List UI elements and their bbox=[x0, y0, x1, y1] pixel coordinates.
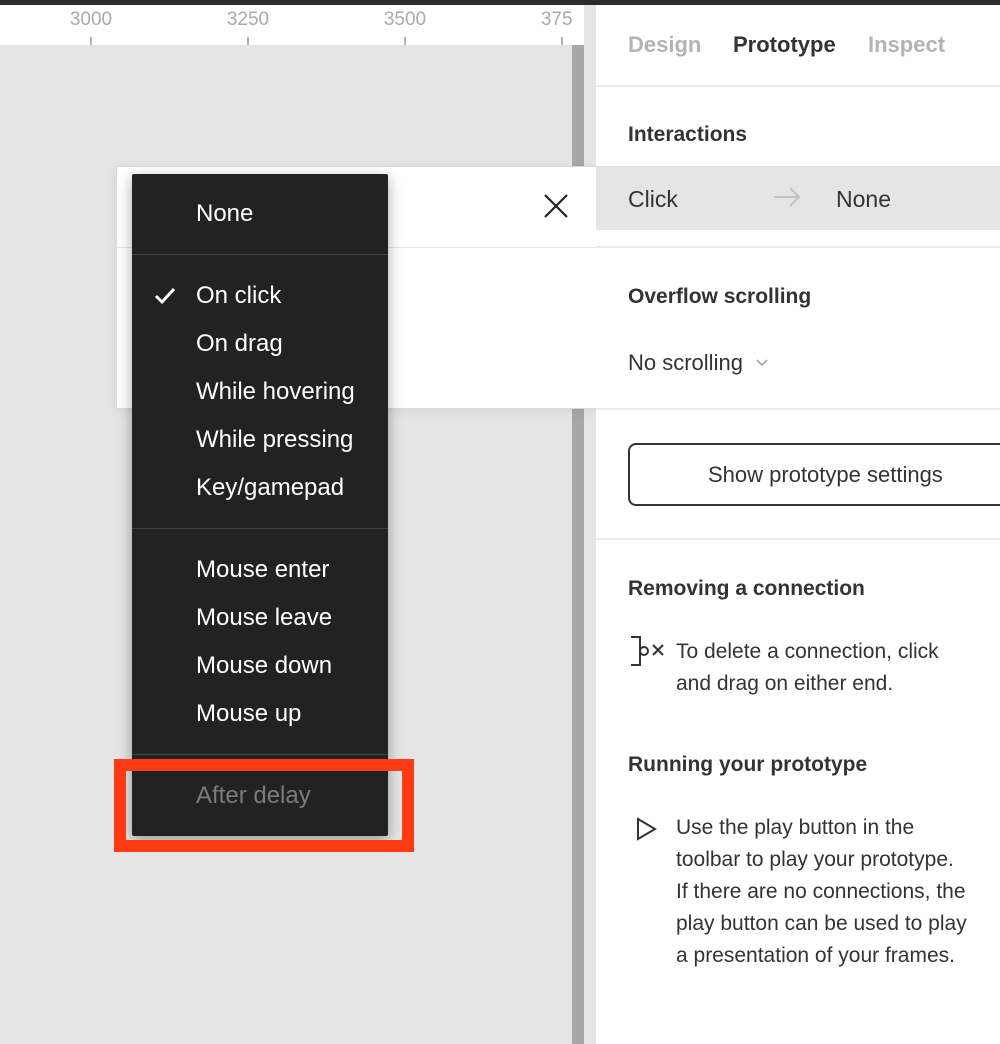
ruler-tick-label: 3500 bbox=[383, 9, 427, 30]
help-line: play button can be used to play bbox=[676, 912, 967, 935]
ruler-tick bbox=[90, 37, 92, 45]
overflow-scrolling-select[interactable]: No scrolling bbox=[628, 348, 769, 378]
arrow-right-icon bbox=[774, 187, 801, 207]
ruler-tick-label: 3000 bbox=[69, 9, 113, 30]
horizontal-ruler: 3000 3250 3500 3750 bbox=[0, 5, 583, 45]
menu-item-label: Mouse leave bbox=[196, 604, 333, 631]
running-prototype-text: Use the play button in the toolbar to pl… bbox=[676, 812, 1000, 972]
removing-connection-text: To delete a connection, click and drag o… bbox=[676, 636, 1000, 700]
menu-item-on-click[interactable]: On click bbox=[132, 274, 388, 318]
tab-design[interactable]: Design bbox=[628, 32, 701, 58]
running-prototype-title: Running your prototype bbox=[628, 753, 868, 776]
show-prototype-settings-button[interactable]: Show prototype settings bbox=[628, 443, 1000, 506]
removing-connection-title: Removing a connection bbox=[628, 577, 865, 600]
menu-separator bbox=[132, 528, 388, 529]
close-button[interactable] bbox=[541, 191, 571, 221]
menu-item-mouse-up[interactable]: Mouse up bbox=[132, 692, 388, 736]
menu-item-label: Mouse down bbox=[196, 652, 333, 679]
menu-item-label: None bbox=[196, 200, 254, 227]
trigger-dropdown-menu: None On click On drag While hovering Whi… bbox=[132, 174, 388, 836]
interactions-title: Interactions bbox=[628, 123, 748, 146]
properties-panel: Design Prototype Inspect Interactions Cl… bbox=[596, 5, 1000, 1044]
menu-item-label: Mouse up bbox=[196, 700, 302, 727]
tab-inspect[interactable]: Inspect bbox=[868, 32, 945, 58]
help-line: Use the play button in the bbox=[676, 816, 915, 839]
chevron-down-icon bbox=[756, 359, 768, 367]
help-line: toolbar to play your prototype. bbox=[676, 848, 954, 871]
help-line: If there are no connections, the bbox=[676, 880, 966, 903]
panel-divider bbox=[596, 85, 1000, 87]
panel-gutter bbox=[584, 5, 596, 1044]
menu-item-label: Mouse enter bbox=[196, 556, 330, 583]
menu-item-mouse-leave[interactable]: Mouse leave bbox=[132, 596, 388, 640]
menu-item-label: While pressing bbox=[196, 426, 354, 453]
menu-item-label: On click bbox=[196, 282, 282, 309]
checkmark-icon bbox=[154, 287, 176, 305]
interaction-row[interactable]: Click None bbox=[596, 166, 1000, 230]
help-line: and drag on either end. bbox=[676, 672, 894, 695]
menu-item-key-gamepad[interactable]: Key/gamepad bbox=[132, 466, 388, 510]
close-icon bbox=[544, 194, 568, 218]
menu-item-after-delay: After delay bbox=[132, 774, 388, 818]
interaction-action: None bbox=[836, 186, 891, 212]
menu-item-label: After delay bbox=[196, 782, 311, 809]
ruler-tick bbox=[247, 37, 249, 45]
ruler-corner bbox=[572, 5, 584, 45]
help-line: a presentation of your frames. bbox=[676, 944, 955, 967]
menu-item-on-drag[interactable]: On drag bbox=[132, 322, 388, 366]
menu-item-mouse-enter[interactable]: Mouse enter bbox=[132, 548, 388, 592]
ruler-tick bbox=[404, 37, 406, 45]
menu-item-label: On drag bbox=[196, 330, 283, 357]
menu-item-while-hovering[interactable]: While hovering bbox=[132, 370, 388, 414]
menu-item-none[interactable]: None bbox=[132, 192, 388, 236]
panel-tabs: Design Prototype Inspect bbox=[596, 5, 1000, 86]
panel-divider bbox=[596, 408, 1000, 410]
overflow-scrolling-title: Overflow scrolling bbox=[628, 285, 812, 308]
ruler-tick-label: 3250 bbox=[226, 9, 270, 30]
play-icon bbox=[637, 817, 657, 841]
ruler-tick bbox=[561, 37, 563, 45]
panel-divider bbox=[596, 246, 1000, 248]
panel-divider bbox=[596, 538, 1000, 540]
menu-item-while-pressing[interactable]: While pressing bbox=[132, 418, 388, 462]
menu-separator bbox=[132, 254, 388, 255]
menu-item-label: While hovering bbox=[196, 378, 355, 405]
menu-separator bbox=[132, 754, 388, 755]
menu-item-label: Key/gamepad bbox=[196, 474, 345, 501]
help-line: To delete a connection, click bbox=[676, 640, 939, 663]
overflow-scrolling-value: No scrolling bbox=[628, 350, 743, 375]
interaction-trigger: Click bbox=[628, 186, 678, 212]
menu-item-mouse-down[interactable]: Mouse down bbox=[132, 644, 388, 688]
connection-delete-icon bbox=[631, 636, 664, 666]
tab-prototype[interactable]: Prototype bbox=[733, 32, 836, 58]
